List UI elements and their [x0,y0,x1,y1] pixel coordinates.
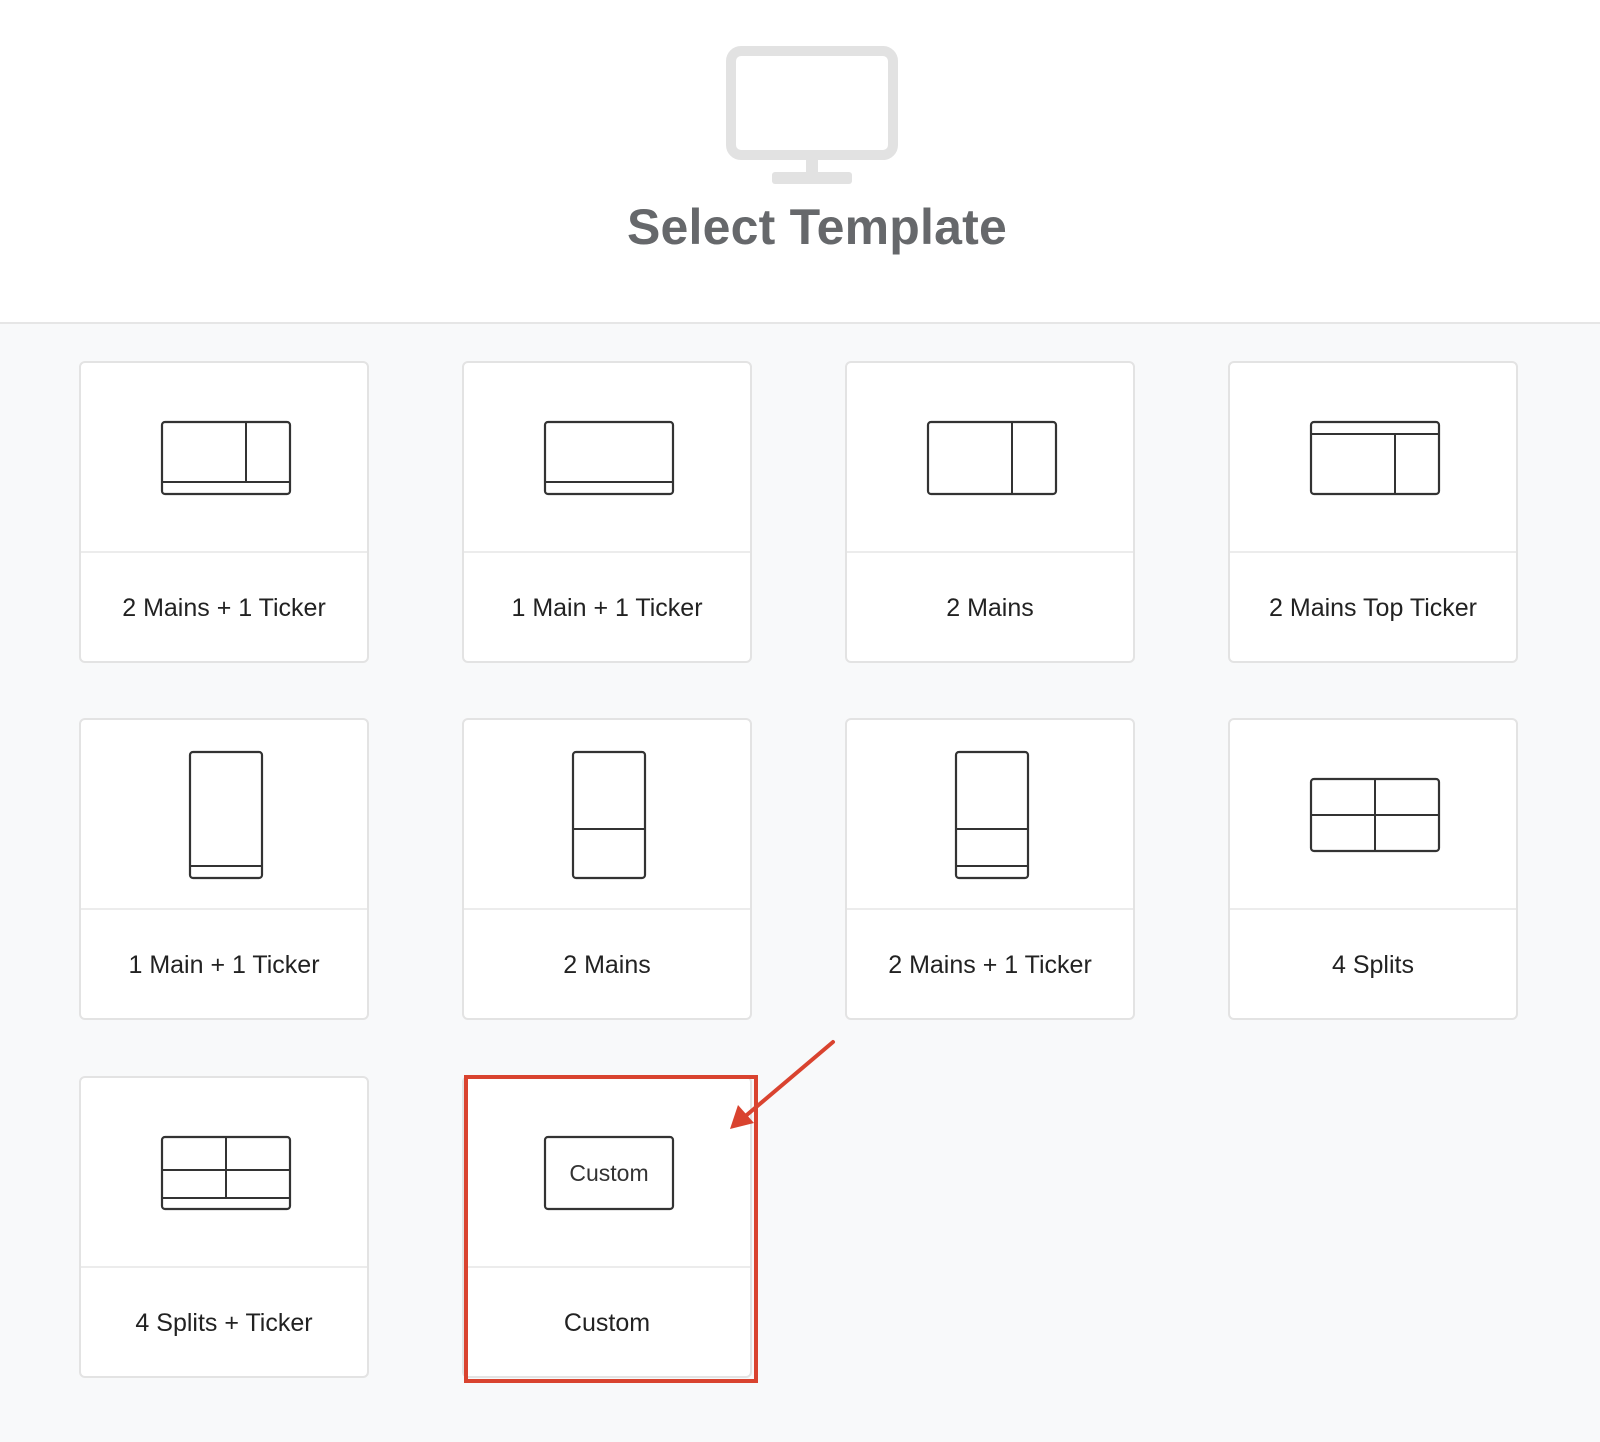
template-card-2-mains-1-ticker-portrait[interactable]: 2 Mains + 1 Ticker [845,718,1135,1020]
layout-1main-ticker-portrait-icon [188,750,264,880]
template-label: Custom [563,1309,651,1337]
template-label: 4 Splits [1332,951,1414,979]
template-label: 2 Mains + 1 Ticker [122,594,326,622]
layout-1main-ticker-landscape-icon [543,420,675,496]
layout-2mains-ticker-landscape-icon [160,420,292,496]
template-card-1-main-1-ticker[interactable]: 1 Main + 1 Ticker [462,361,752,663]
template-card-2-mains-1-ticker[interactable]: 2 Mains + 1 Ticker [79,361,369,663]
layout-2mains-ticker-portrait-icon [954,750,1030,880]
layout-custom-icon: Custom [543,1135,675,1211]
template-card-custom[interactable]: Custom Custom [462,1076,752,1378]
template-card-2-mains[interactable]: 2 Mains [845,361,1135,663]
template-card-2-mains-top-ticker[interactable]: 2 Mains Top Ticker [1228,361,1518,663]
template-label: 1 Main + 1 Ticker [128,951,320,979]
template-label: 2 Mains + 1 Ticker [888,951,1092,979]
template-card-1-main-1-ticker-portrait[interactable]: 1 Main + 1 Ticker [79,718,369,1020]
template-label: 2 Mains Top Ticker [1269,594,1477,622]
template-card-4-splits[interactable]: 4 Splits [1228,718,1518,1020]
layout-2mains-top-ticker-icon [1309,420,1441,496]
template-card-2-mains-portrait[interactable]: 2 Mains [462,718,752,1020]
template-label: 4 Splits + Ticker [135,1309,313,1337]
layout-2mains-portrait-icon [571,750,647,880]
template-grid: 2 Mains + 1 Ticker 1 Main + 1 Ticker 2 M… [0,0,1600,1442]
template-card-4-splits-ticker[interactable]: 4 Splits + Ticker [79,1076,369,1378]
template-label: 2 Mains [563,951,651,979]
layout-2mains-landscape-icon [926,420,1058,496]
custom-icon-text: Custom [569,1160,648,1186]
template-label: 1 Main + 1 Ticker [511,594,703,622]
layout-4splits-icon [1309,777,1441,853]
layout-4splits-ticker-icon [160,1135,292,1211]
template-label: 2 Mains [946,594,1034,622]
